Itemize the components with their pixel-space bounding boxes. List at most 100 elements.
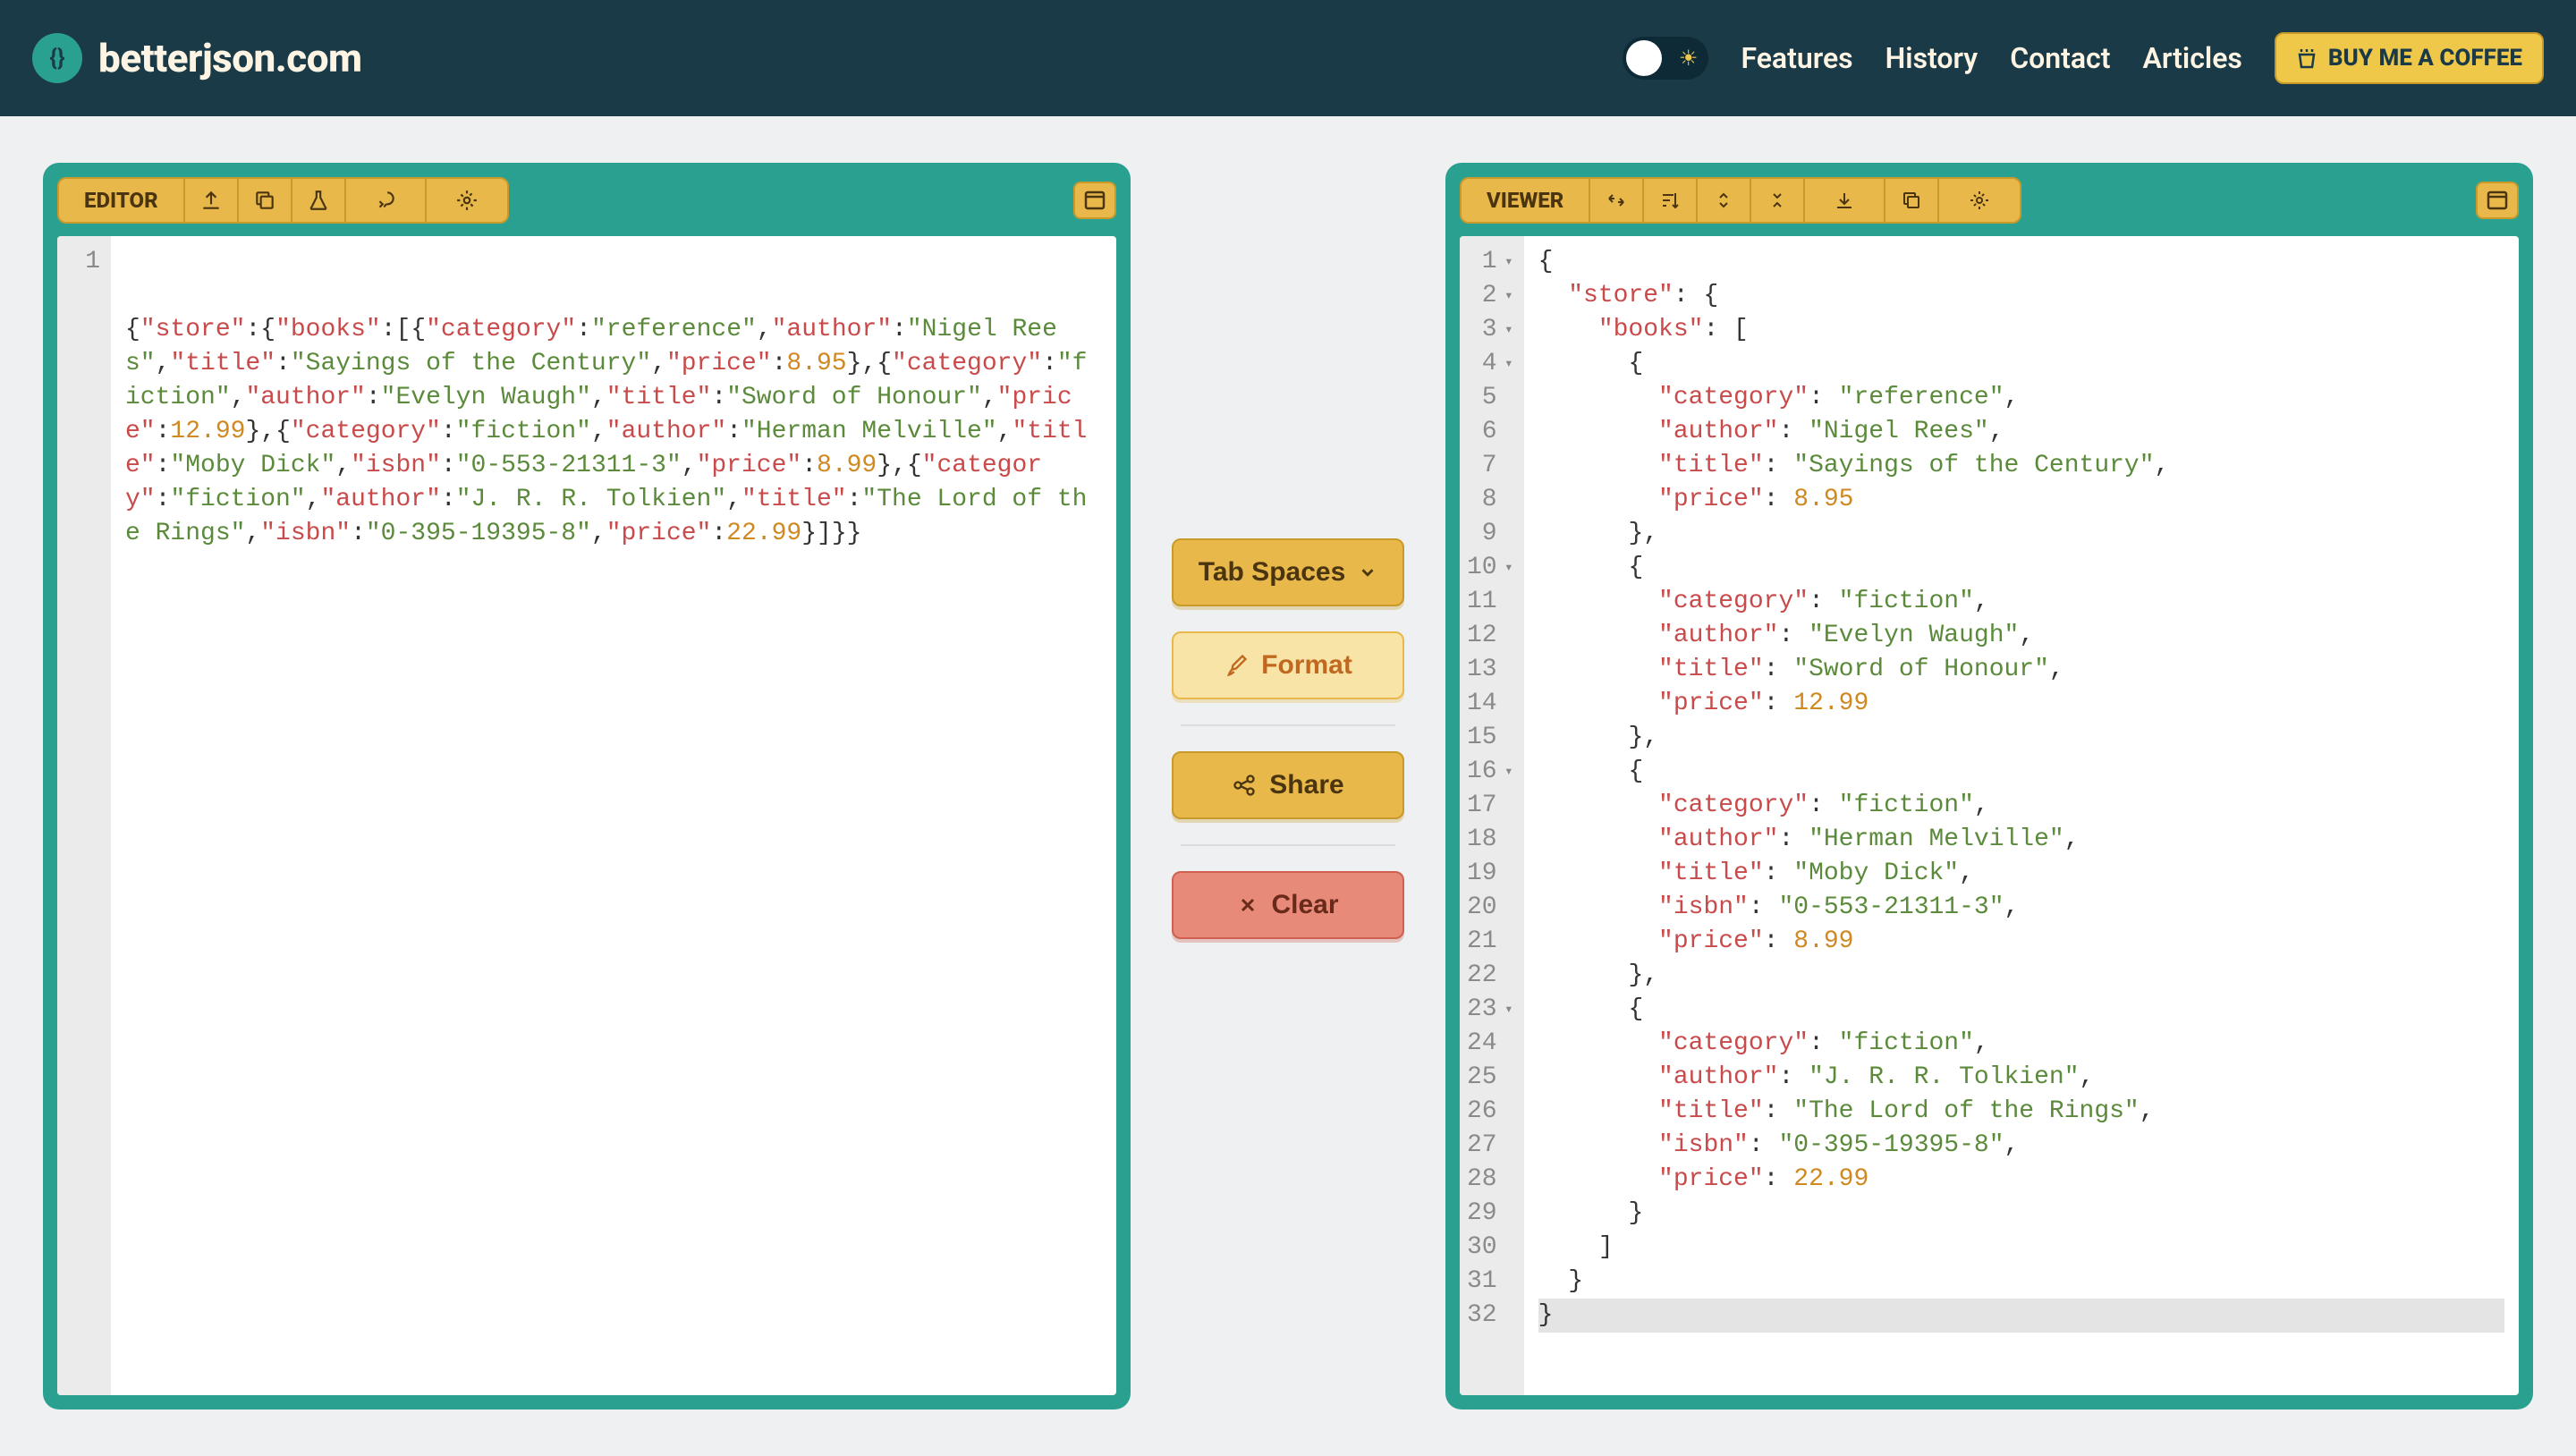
nav-right: ☀ Features History Contact Articles BUY ME … [1623, 32, 2544, 84]
code-line: { [1538, 347, 2504, 381]
collapse-button[interactable] [1751, 179, 1805, 222]
code-line: "price": 12.99 [1538, 687, 2504, 721]
line-number: 17 [1467, 789, 1513, 823]
share-button[interactable]: Share [1172, 751, 1404, 819]
line-number: 25 [1467, 1061, 1513, 1095]
editor-maximize-button[interactable] [1073, 182, 1116, 219]
editor-panel: EDITOR [43, 163, 1131, 1409]
share-icon [1232, 773, 1257, 798]
flask-button[interactable] [292, 179, 346, 222]
viewer-settings-button[interactable] [1939, 179, 2020, 222]
code-line: "isbn": "0-553-21311-3", [1538, 891, 2504, 925]
line-number: 10▾ [1467, 551, 1513, 585]
logo-icon: {} [32, 33, 82, 83]
line-number: 13 [1467, 653, 1513, 687]
code-line: "author": "J. R. R. Tolkien", [1538, 1061, 2504, 1095]
clear-button[interactable]: Clear [1172, 871, 1404, 939]
editor-content[interactable]: {"store":{"books":[{"category":"referenc… [111, 236, 1116, 1395]
format-label: Format [1261, 650, 1352, 681]
clear-label: Clear [1271, 890, 1338, 920]
line-number: 12 [1467, 619, 1513, 653]
code-line: "author": "Evelyn Waugh", [1538, 619, 2504, 653]
nav-link-articles[interactable]: Articles [2142, 41, 2241, 75]
collapse-all-button[interactable] [1590, 179, 1644, 222]
code-line: "title": "Sayings of the Century", [1538, 449, 2504, 483]
line-number: 31 [1467, 1265, 1513, 1299]
line-number: 30 [1467, 1231, 1513, 1265]
settings-button[interactable] [427, 179, 507, 222]
code-line: "category": "fiction", [1538, 1027, 2504, 1061]
line-number: 15 [1467, 721, 1513, 755]
code-line: }, [1538, 721, 2504, 755]
upload-button[interactable] [185, 179, 239, 222]
main: EDITOR [0, 116, 2576, 1456]
line-number: 2▾ [1467, 279, 1513, 313]
code-line: "title": "Sword of Honour", [1538, 653, 2504, 687]
line-number: 5 [1467, 381, 1513, 415]
line-number: 23▾ [1467, 993, 1513, 1027]
code-line: "isbn": "0-395-19395-8", [1538, 1129, 2504, 1163]
toggle-knob [1626, 40, 1662, 76]
coffee-label: BUY ME A COFFEE [2328, 45, 2522, 72]
sort-button[interactable] [1644, 179, 1698, 222]
code-line: { [1538, 245, 2504, 279]
code-line: { [1538, 993, 2504, 1027]
code-line: "store": { [1538, 279, 2504, 313]
tab-spaces-button[interactable]: Tab Spaces [1172, 538, 1404, 606]
viewer-code-area[interactable]: 1▾2▾3▾4▾5678910▾111213141516▾17181920212… [1460, 236, 2519, 1395]
editor-gutter: 1 [57, 236, 111, 1395]
viewer-label: VIEWER [1462, 179, 1590, 222]
code-line: "title": "Moby Dick", [1538, 857, 2504, 891]
line-number: 21 [1467, 925, 1513, 959]
code-line: "category": "fiction", [1538, 789, 2504, 823]
code-line: "category": "reference", [1538, 381, 2504, 415]
theme-toggle[interactable]: ☀ [1623, 37, 1708, 80]
close-icon [1237, 894, 1258, 916]
format-button[interactable]: Format [1172, 631, 1404, 699]
code-line: }, [1538, 517, 2504, 551]
code-line: "category": "fiction", [1538, 585, 2504, 619]
brush-icon [1224, 653, 1249, 678]
line-number: 32 [1467, 1299, 1513, 1333]
logo[interactable]: {} betterjson.com [32, 33, 362, 83]
nav-link-contact[interactable]: Contact [2010, 41, 2110, 75]
header: {} betterjson.com ☀ Features History Conta… [0, 0, 2576, 116]
viewer-content[interactable]: { "store": { "books": [ { "category": "r… [1524, 236, 2519, 1395]
line-number: 27 [1467, 1129, 1513, 1163]
code-line: "title": "The Lord of the Rings", [1538, 1095, 2504, 1129]
line-number: 26 [1467, 1095, 1513, 1129]
line-number: 14 [1467, 687, 1513, 721]
copy-button[interactable] [239, 179, 292, 222]
share-label: Share [1269, 770, 1343, 800]
line-number: 24 [1467, 1027, 1513, 1061]
nav-link-features[interactable]: Features [1741, 41, 1852, 75]
line-number: 19 [1467, 857, 1513, 891]
viewer-panel: VIEWER [1445, 163, 2533, 1409]
editor-toolbar-left: EDITOR [57, 177, 509, 224]
code-line: { [1538, 755, 2504, 789]
copy-viewer-button[interactable] [1885, 179, 1939, 222]
viewer-toolbar-left: VIEWER [1460, 177, 2021, 224]
code-line: "price": 22.99 [1538, 1163, 2504, 1197]
editor-label: EDITOR [59, 179, 185, 222]
code-line: "author": "Herman Melville", [1538, 823, 2504, 857]
editor-code-area[interactable]: 1 {"store":{"books":[{"category":"refere… [57, 236, 1116, 1395]
code-line: "books": [ [1538, 313, 2504, 347]
code-line: { [1538, 551, 2504, 585]
download-button[interactable] [1805, 179, 1885, 222]
line-number: 9 [1467, 517, 1513, 551]
code-line: "price": 8.95 [1538, 483, 2504, 517]
transform-button[interactable] [346, 179, 427, 222]
expand-button[interactable] [1698, 179, 1751, 222]
logo-text: betterjson.com [98, 35, 362, 81]
code-line: "price": 8.99 [1538, 925, 2504, 959]
viewer-maximize-button[interactable] [2476, 182, 2519, 219]
buy-coffee-button[interactable]: BUY ME A COFFEE [2275, 32, 2544, 84]
line-number: 7 [1467, 449, 1513, 483]
code-line: } [1538, 1265, 2504, 1299]
line-number: 4▾ [1467, 347, 1513, 381]
nav-links: Features History Contact Articles [1741, 41, 2241, 75]
coffee-icon [2296, 46, 2318, 71]
line-number: 1▾ [1467, 245, 1513, 279]
nav-link-history[interactable]: History [1885, 41, 1979, 75]
